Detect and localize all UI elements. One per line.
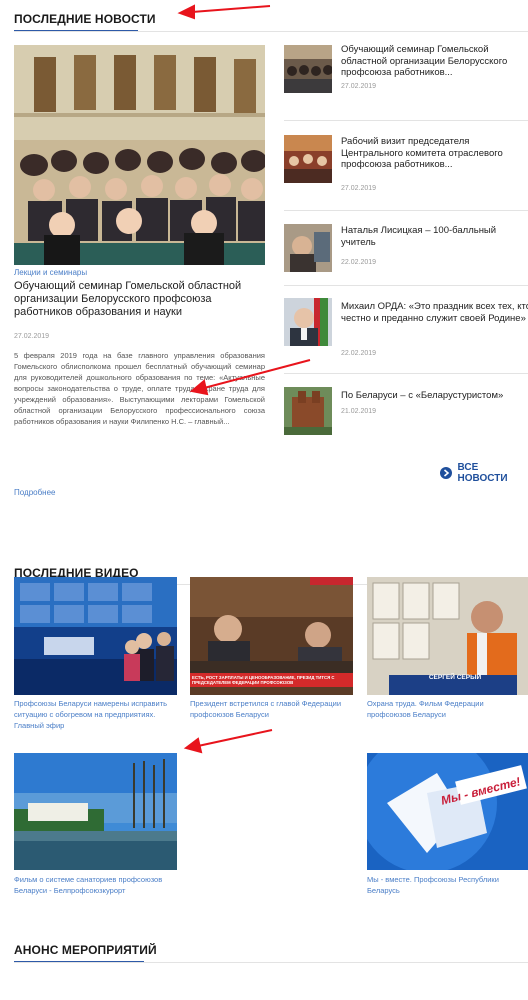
red-arrow-icon xyxy=(183,729,273,754)
annotation-arrows xyxy=(177,4,311,754)
red-arrow-icon xyxy=(189,359,311,396)
red-arrow-icon xyxy=(177,4,271,20)
